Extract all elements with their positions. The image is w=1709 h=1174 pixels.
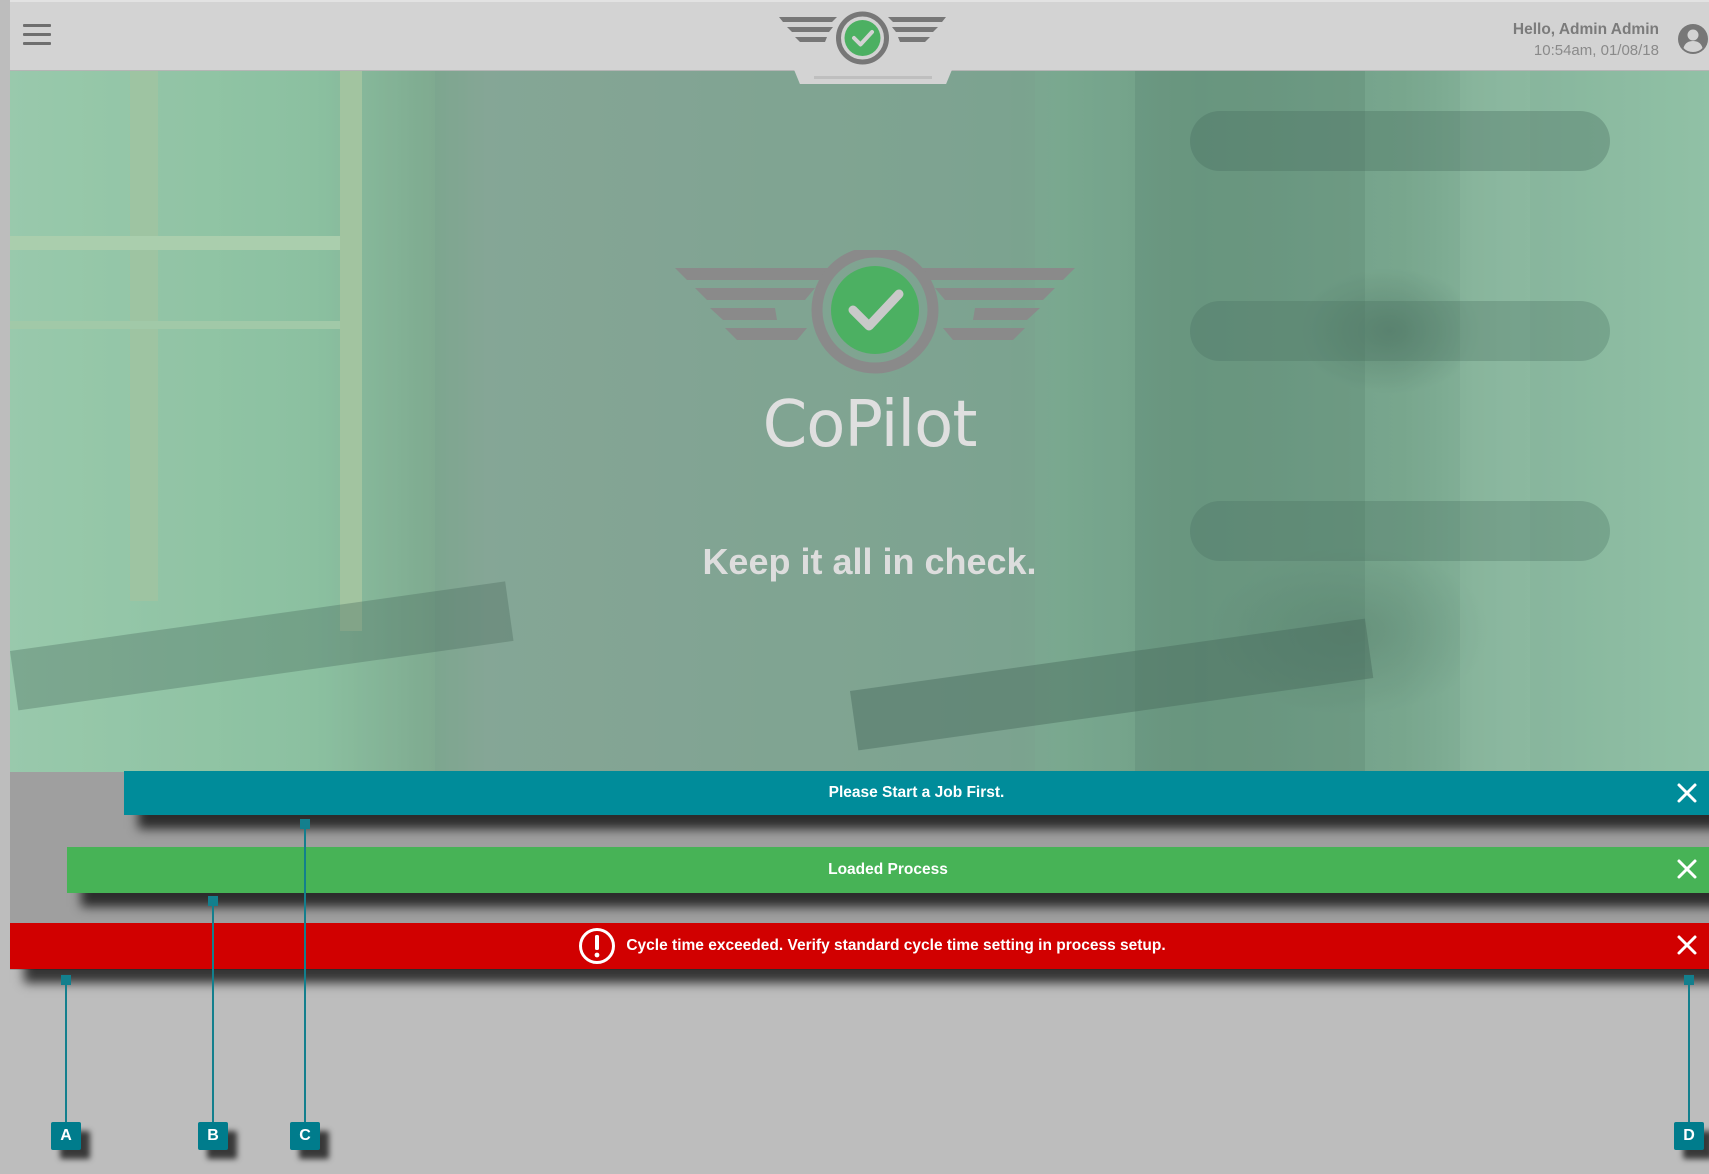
close-icon[interactable] bbox=[1673, 931, 1701, 959]
copilot-logo-icon bbox=[675, 250, 1075, 374]
notification-success-text: Loaded Process bbox=[828, 861, 948, 878]
brand-name: CoPilot bbox=[762, 388, 978, 462]
notification-error: Cycle time exceeded. Verify standard cyc… bbox=[10, 923, 1709, 969]
user-greeting: Hello, Admin Admin bbox=[1512, 21, 1659, 38]
notification-error-text: Cycle time exceeded. Verify standard cyc… bbox=[626, 937, 1166, 954]
hero-tagline: Keep it all in check. bbox=[702, 541, 1037, 582]
copilot-wings-check-logo bbox=[779, 11, 946, 65]
callout-b: B bbox=[198, 1122, 228, 1150]
hamburger-menu-icon[interactable] bbox=[23, 24, 51, 50]
notification-error-message: Cycle time exceeded. Verify standard cyc… bbox=[578, 927, 1166, 965]
app-screen: Hello, Admin Admin 10:54am, 01/08/18 CoP… bbox=[10, 0, 1709, 970]
close-icon[interactable] bbox=[1673, 855, 1701, 883]
notification-success: Loaded Process bbox=[67, 847, 1709, 893]
user-account-icon[interactable] bbox=[1677, 23, 1709, 55]
callout-d-line bbox=[1688, 980, 1690, 1126]
callout-a: A bbox=[51, 1122, 81, 1150]
user-info: Hello, Admin Admin 10:54am, 01/08/18 bbox=[1513, 19, 1659, 61]
callout-a-line bbox=[65, 980, 67, 1126]
callout-b-line bbox=[212, 900, 214, 1126]
current-datetime: 10:54am, 01/08/18 bbox=[1533, 42, 1659, 59]
callout-c: C bbox=[290, 1122, 320, 1150]
exclamation-circle-icon bbox=[579, 928, 616, 964]
notification-info: Please Start a Job First. bbox=[124, 771, 1709, 815]
notification-info-text: Please Start a Job First. bbox=[828, 784, 1005, 801]
callout-d: D bbox=[1674, 1122, 1704, 1150]
callout-c-line bbox=[304, 824, 306, 1126]
close-icon[interactable] bbox=[1673, 779, 1701, 807]
